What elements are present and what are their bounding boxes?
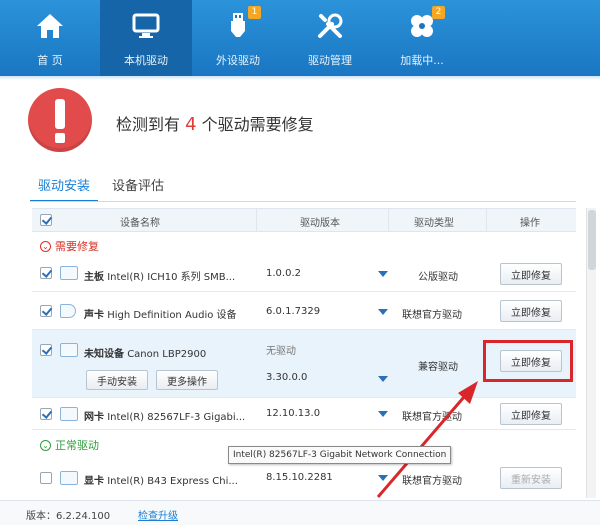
check-update-link[interactable]: 检查升级 bbox=[138, 507, 178, 522]
device-tooltip: Intel(R) 82567LF-3 Gigabit Network Conne… bbox=[228, 446, 452, 464]
vertical-scrollbar[interactable] bbox=[586, 208, 596, 498]
status-footer: 版本：6.2.24.100 检查升级 bbox=[0, 500, 600, 525]
scrollbar-thumb[interactable] bbox=[588, 210, 596, 270]
version-label: 版本：6.2.24.100 bbox=[26, 511, 111, 522]
